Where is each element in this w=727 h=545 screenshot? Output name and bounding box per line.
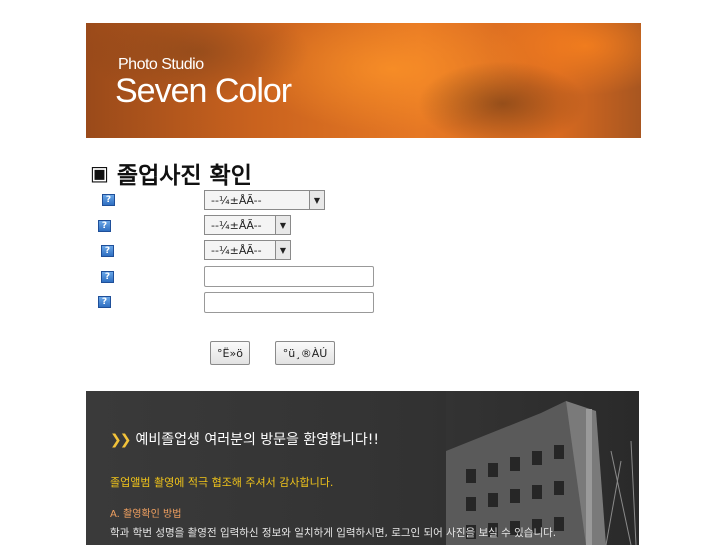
building-photo (446, 391, 639, 545)
method-heading: A. 촬영확인 방법 (110, 509, 182, 520)
double-chevron-right-icon: ❯❯ (110, 432, 132, 448)
student-id-select[interactable]: --¼±ÅÃ-- ▼ (204, 215, 291, 235)
welcome-message: ❯❯ 예비졸업생 여러분의 방문을 환영합니다!! (110, 429, 379, 449)
year-select-value: --¼±ÅÃ-- (211, 243, 262, 257)
help-icon[interactable]: ? (98, 296, 111, 308)
year-select[interactable]: --¼±ÅÃ-- ▼ (204, 240, 291, 260)
chevron-down-icon[interactable]: ▼ (275, 216, 290, 234)
brand-name: Seven Color (115, 72, 292, 110)
help-icon[interactable]: ? (101, 245, 114, 257)
help-icon[interactable]: ? (102, 194, 115, 206)
welcome-text: 예비졸업생 여러분의 방문을 환영합니다!! (135, 432, 380, 448)
department-select[interactable]: --¼±ÅÃ-- ▼ (204, 190, 325, 210)
help-icon[interactable]: ? (101, 271, 114, 283)
page-title-text: 졸업사진 확인 (116, 162, 252, 189)
name-input[interactable] (204, 266, 374, 287)
admin-button[interactable]: °ü¸®ÀÚ (275, 341, 335, 365)
chevron-down-icon[interactable]: ▼ (275, 241, 290, 259)
student-id-select-value: --¼±ÅÃ-- (211, 218, 262, 232)
studio-banner: Photo Studio Seven Color (86, 23, 641, 138)
square-marker-icon: ▣ (90, 161, 109, 185)
welcome-panel: ❯❯ 예비졸업생 여러분의 방문을 환영합니다!! 졸업앨범 촬영에 적극 협조해… (86, 391, 639, 545)
page-title: ▣ 졸업사진 확인 (84, 159, 355, 189)
help-icon[interactable]: ? (98, 220, 111, 232)
search-button[interactable]: °Ë»ö (210, 341, 250, 365)
password-input[interactable] (204, 292, 374, 313)
method-description: 학과 학번 성명을 촬영전 입력하신 정보와 일치하게 입력하시면, 로그인 되… (110, 527, 557, 539)
thanks-message: 졸업앨범 촬영에 적극 협조해 주셔서 감사합니다. (110, 476, 334, 489)
department-select-value: --¼±ÅÃ-- (211, 193, 262, 207)
chevron-down-icon[interactable]: ▼ (309, 191, 324, 209)
